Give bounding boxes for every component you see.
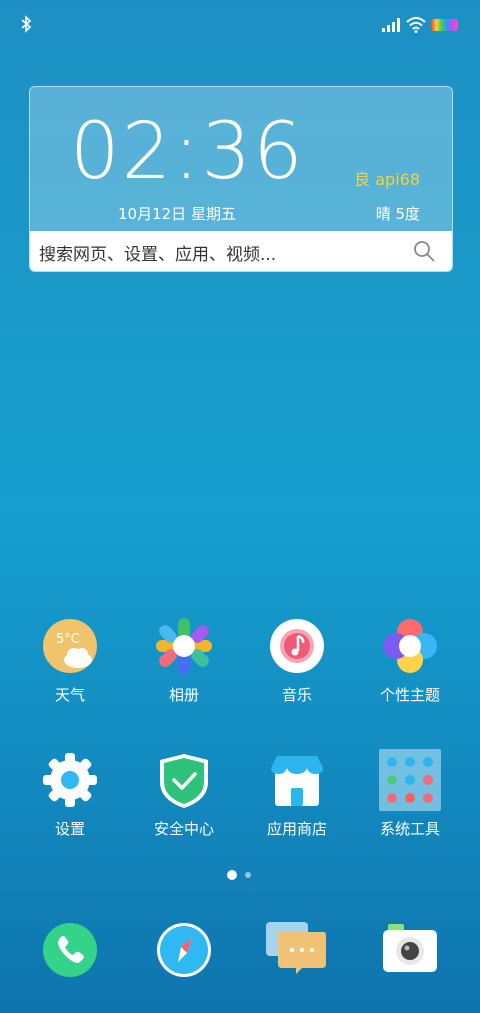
camera-icon [383, 924, 437, 972]
music-icon [269, 618, 325, 674]
app-settings[interactable]: 设置 [20, 752, 120, 839]
signal-icon [382, 18, 400, 32]
security-icon [156, 752, 212, 808]
weather-summary: 晴 5度 [375, 205, 420, 223]
app-label: 个性主题 [379, 686, 440, 704]
app-label: 安全中心 [153, 820, 214, 838]
search-input[interactable]: 搜索网页、设置、应用、视频... [39, 240, 276, 265]
dock-camera[interactable] [382, 922, 438, 978]
messages-icon [266, 922, 326, 974]
browser-icon [157, 923, 211, 977]
app-store-icon [269, 752, 325, 808]
app-theme[interactable]: 个性主题 [360, 618, 460, 705]
air-quality: 良 api68 [354, 170, 420, 189]
clock-weather-widget[interactable]: 02:36 良 api68 10月12日 星期五 晴 5度 搜索网页、设置、应用… [29, 86, 453, 272]
app-label: 应用商店 [266, 820, 327, 838]
weather-icon: 5°C [42, 618, 98, 674]
clock-time[interactable]: 02:36 [70, 107, 305, 197]
app-label: 设置 [54, 820, 85, 838]
dock-messages[interactable] [266, 922, 326, 978]
theme-icon [382, 618, 438, 674]
bluetooth-icon [21, 15, 32, 33]
app-gallery[interactable]: 相册 [134, 618, 234, 705]
phone-icon [43, 923, 97, 977]
battery-icon [431, 19, 458, 31]
dock-browser[interactable] [156, 922, 212, 978]
system-tools-folder [379, 749, 441, 811]
settings-icon [42, 752, 98, 808]
app-label: 天气 [54, 686, 85, 704]
status-bar [0, 0, 480, 50]
weather-icon-temp: 5°C [56, 632, 80, 647]
app-label: 音乐 [281, 686, 312, 704]
app-music[interactable]: 音乐 [247, 618, 347, 705]
search-icon[interactable] [412, 239, 436, 263]
page-dot-active[interactable] [227, 870, 237, 880]
app-weather[interactable]: 5°C 天气 [20, 618, 120, 705]
gallery-icon [156, 618, 212, 674]
app-label: 系统工具 [379, 820, 440, 838]
app-store[interactable]: 应用商店 [247, 752, 347, 839]
page-dot[interactable] [245, 872, 251, 878]
folder-system-tools[interactable]: 系统工具 [360, 749, 460, 839]
dock-phone[interactable] [42, 922, 98, 978]
date-label: 10月12日 星期五 [118, 205, 236, 223]
app-security[interactable]: 安全中心 [134, 752, 234, 839]
search-bar[interactable]: 搜索网页、设置、应用、视频... [30, 231, 452, 271]
wifi-icon [406, 17, 426, 33]
app-label: 相册 [168, 686, 199, 704]
